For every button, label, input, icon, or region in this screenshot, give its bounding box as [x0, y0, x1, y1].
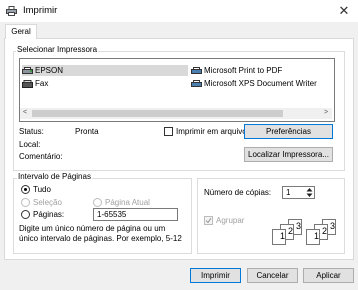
copies-spinner[interactable] [305, 187, 314, 198]
page-range-help-text: Digite um único número de página ou um ú… [19, 224, 182, 243]
title-bar: Imprimir ✕ [0, 0, 358, 22]
find-printer-button[interactable]: Localizar Impressora... [244, 147, 333, 162]
pages-radio[interactable] [21, 210, 30, 219]
printer-icon [191, 79, 202, 88]
page-range-label: Intervalo de Páginas [17, 172, 92, 181]
collate-illustration-icon: 3 2 1 3 2 1 [270, 215, 340, 245]
scroll-right-arrow-icon[interactable]: > [324, 109, 328, 116]
tab-general[interactable]: Geral [5, 24, 37, 39]
selection-label[interactable]: Seleção [33, 198, 62, 207]
printer-item-xps[interactable]: Microsoft XPS Document Writer [191, 78, 317, 89]
status-value: Pronta [75, 127, 99, 136]
spinner-arrows-icon[interactable] [305, 187, 314, 198]
close-icon[interactable]: ✕ [336, 3, 352, 19]
cancel-button[interactable]: Cancelar [247, 268, 298, 283]
fax-icon [22, 79, 33, 88]
preferences-button[interactable]: Preferências [244, 124, 333, 139]
printer-icon [191, 66, 202, 75]
copies-label: Número de cópias: [204, 188, 272, 197]
comment-label: Comentário: [19, 152, 63, 161]
pages-label[interactable]: Páginas: [33, 210, 64, 219]
scrollbar-thumb[interactable] [32, 110, 283, 117]
all-pages-radio[interactable] [21, 185, 30, 194]
collate-label[interactable]: Agrupar [216, 216, 244, 225]
checkmark-icon [205, 217, 212, 224]
current-page-label[interactable]: Página Atual [105, 198, 150, 207]
printer-icon [22, 66, 33, 75]
collate-checkbox[interactable] [204, 216, 213, 225]
printer-name: Microsoft XPS Document Writer [204, 79, 317, 88]
collate-page: 1 [306, 229, 320, 245]
printer-name: Microsoft Print to PDF [204, 66, 283, 75]
location-label: Local: [19, 140, 41, 149]
scroll-left-arrow-icon[interactable]: < [23, 109, 27, 116]
print-button[interactable]: Imprimir [190, 268, 241, 283]
status-label: Status: [19, 127, 44, 136]
pages-input[interactable]: 1-65535 [93, 208, 178, 221]
apply-button[interactable]: Aplicar [303, 268, 354, 283]
print-to-file-label[interactable]: Imprimir em arquivo [176, 127, 247, 136]
printer-name: EPSON [35, 66, 64, 75]
printer-group-label: Selecionar Impressora [16, 45, 99, 54]
all-pages-label[interactable]: Tudo [33, 185, 51, 194]
printer-name: Fax [35, 79, 49, 88]
print-to-file-checkbox[interactable] [164, 127, 173, 136]
printer-item-pdf[interactable]: Microsoft Print to PDF [191, 65, 282, 76]
selection-radio[interactable] [21, 198, 30, 207]
printer-icon [6, 6, 17, 16]
printer-item-fax[interactable]: Fax [22, 78, 48, 89]
printer-item-epson[interactable]: EPSON [22, 65, 188, 76]
collate-page: 1 [272, 229, 286, 245]
window-title: Imprimir [23, 5, 58, 16]
current-page-radio[interactable] [93, 198, 102, 207]
